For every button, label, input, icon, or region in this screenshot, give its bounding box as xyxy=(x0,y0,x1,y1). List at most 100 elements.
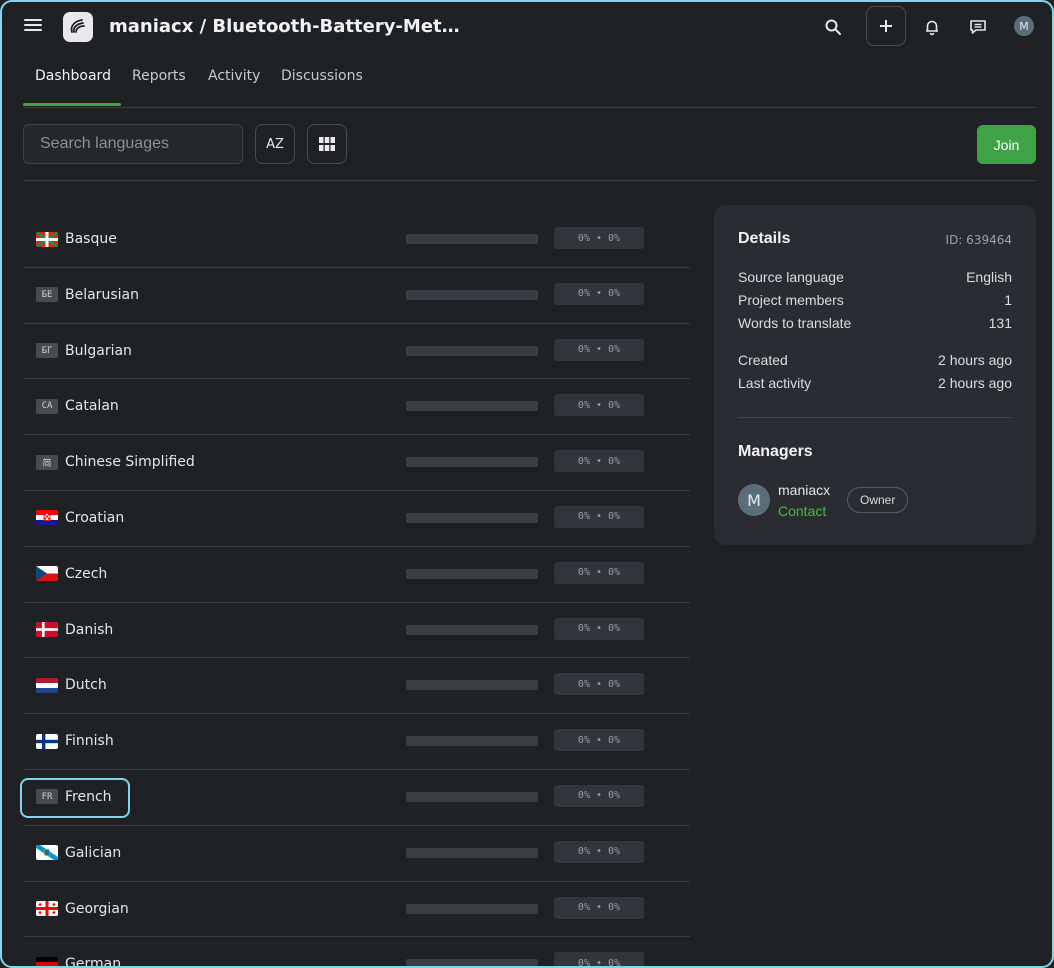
tab-dashboard[interactable]: Dashboard xyxy=(35,68,111,100)
language-row-finnish[interactable]: Finnish 0% • 0% xyxy=(23,714,690,770)
language-link[interactable]: БЕ Belarusian xyxy=(23,268,139,322)
detail-value: 2 hours ago xyxy=(938,352,1012,368)
plus-icon xyxy=(880,20,892,32)
progress-bar xyxy=(406,736,538,747)
georgian-flag-icon xyxy=(36,901,58,917)
progress-bar xyxy=(406,512,538,523)
language-row-danish[interactable]: Danish 0% • 0% xyxy=(23,603,690,659)
language-list: Basque 0% • 0% БЕ Belarusian 0% • 0% БГ Bulgar… xyxy=(20,212,690,968)
danish-flag-icon xyxy=(36,622,58,638)
galician-flag-icon xyxy=(36,845,58,861)
tab-discussions[interactable]: Discussions xyxy=(281,68,363,100)
language-link[interactable]: CA Catalan xyxy=(23,379,119,433)
language-link[interactable]: БГ Bulgarian xyxy=(23,324,132,378)
progress-bar xyxy=(406,624,538,635)
language-link[interactable]: Galician xyxy=(23,826,121,880)
manager-avatar[interactable]: M xyxy=(738,484,770,516)
detail-value: English xyxy=(966,269,1012,285)
detail-row-source-language: Source language English xyxy=(738,269,1012,285)
project-title[interactable]: maniacx / Bluetooth-Battery-Met… xyxy=(109,16,460,37)
language-row-french[interactable]: FR French 0% • 0% xyxy=(20,770,690,826)
active-tab-indicator xyxy=(23,103,121,106)
search-languages-input[interactable] xyxy=(23,124,243,164)
language-row-galician[interactable]: Galician 0% • 0% xyxy=(23,826,690,882)
language-link[interactable]: Croatian xyxy=(23,491,124,545)
language-link[interactable]: Basque xyxy=(23,212,117,266)
german-flag-icon xyxy=(36,956,58,968)
language-link[interactable]: Czech xyxy=(23,547,107,601)
top-bar: maniacx / Bluetooth-Battery-Met… M xyxy=(0,0,1054,54)
progress-percent: 0% • 0% xyxy=(554,729,644,752)
manager-name[interactable]: maniacx xyxy=(778,482,830,498)
language-row-german[interactable]: German 0% • 0% xyxy=(23,937,690,968)
language-link[interactable]: Finnish xyxy=(23,714,114,768)
finnish-flag-icon xyxy=(36,733,58,749)
toolbar-divider xyxy=(23,180,1036,181)
language-row-dutch[interactable]: Dutch 0% • 0% xyxy=(23,658,690,715)
join-button[interactable]: Join xyxy=(977,125,1036,164)
progress-bar xyxy=(406,568,538,579)
dutch-flag-icon xyxy=(36,677,58,693)
language-row-basque[interactable]: Basque 0% • 0% xyxy=(23,212,690,268)
language-link[interactable]: German xyxy=(23,937,121,968)
progress-bar xyxy=(406,903,538,914)
language-row-georgian[interactable]: Georgian 0% • 0% xyxy=(23,882,690,938)
project-tabs: Dashboard Reports Activity Discussions xyxy=(23,58,1036,108)
project-id: ID: 639464 xyxy=(945,233,1012,247)
progress-bar xyxy=(406,234,538,244)
progress-percent: 0% • 0% xyxy=(554,394,644,417)
language-link[interactable]: Georgian xyxy=(23,882,129,936)
language-code-badge: 简 xyxy=(36,454,58,470)
language-row-chinese-simplified[interactable]: 简 Chinese Simplified 0% • 0% xyxy=(23,435,690,491)
sort-az-icon: AZ xyxy=(266,136,284,152)
contact-link[interactable]: Contact xyxy=(778,503,826,519)
tab-activity[interactable]: Activity xyxy=(208,68,260,100)
progress-percent: 0% • 0% xyxy=(554,227,644,249)
language-link[interactable]: Danish xyxy=(23,603,113,657)
language-row-belarusian[interactable]: БЕ Belarusian 0% • 0% xyxy=(23,268,690,324)
add-button[interactable] xyxy=(866,6,906,46)
detail-label: Created xyxy=(738,352,788,368)
progress-bar xyxy=(406,791,538,802)
bell-icon[interactable] xyxy=(919,14,945,40)
progress-percent: 0% • 0% xyxy=(554,282,644,305)
hamburger-menu-icon[interactable] xyxy=(23,16,43,36)
language-name: Finnish xyxy=(65,733,114,750)
detail-value: 131 xyxy=(988,315,1012,331)
tab-reports[interactable]: Reports xyxy=(132,68,186,100)
language-row-czech[interactable]: Czech 0% • 0% xyxy=(23,547,690,603)
details-card: Details ID: 639464 Source language Engli… xyxy=(714,205,1036,545)
search-icon[interactable] xyxy=(820,14,846,40)
language-code-badge: БЕ xyxy=(36,287,58,303)
progress-percent: 0% • 0% xyxy=(554,896,644,919)
crowdin-logo-icon[interactable] xyxy=(63,12,93,42)
language-name: Georgian xyxy=(65,900,129,917)
language-row-bulgarian[interactable]: БГ Bulgarian 0% • 0% xyxy=(23,324,690,380)
detail-value: 2 hours ago xyxy=(938,375,1012,391)
grid-icon xyxy=(319,137,335,151)
progress-bar xyxy=(406,680,538,691)
progress-bar xyxy=(406,289,538,300)
detail-label: Last activity xyxy=(738,375,812,391)
language-name: Chinese Simplified xyxy=(65,454,195,471)
grid-view-button[interactable] xyxy=(307,124,347,164)
language-link[interactable]: 简 Chinese Simplified xyxy=(23,435,195,489)
language-link[interactable]: Dutch xyxy=(23,658,107,712)
detail-row-project-members: Project members 1 xyxy=(738,292,1012,308)
language-name: Bulgarian xyxy=(65,342,132,359)
language-name: Catalan xyxy=(65,398,119,415)
progress-percent: 0% • 0% xyxy=(554,617,644,640)
progress-percent: 0% • 0% xyxy=(554,840,644,863)
language-name: Basque xyxy=(65,231,117,247)
language-row-catalan[interactable]: CA Catalan 0% • 0% xyxy=(23,379,690,436)
language-row-croatian[interactable]: Croatian 0% • 0% xyxy=(23,491,690,547)
detail-row-words-to-translate: Words to translate 131 xyxy=(738,315,1012,331)
language-name: Croatian xyxy=(65,509,125,526)
progress-bar xyxy=(406,345,538,356)
messages-icon[interactable] xyxy=(965,14,991,40)
user-avatar[interactable]: M xyxy=(1014,16,1034,36)
sort-az-button[interactable]: AZ xyxy=(255,124,295,164)
progress-percent: 0% • 0% xyxy=(554,673,644,696)
card-divider xyxy=(738,417,1012,418)
language-name: Danish xyxy=(65,621,114,638)
